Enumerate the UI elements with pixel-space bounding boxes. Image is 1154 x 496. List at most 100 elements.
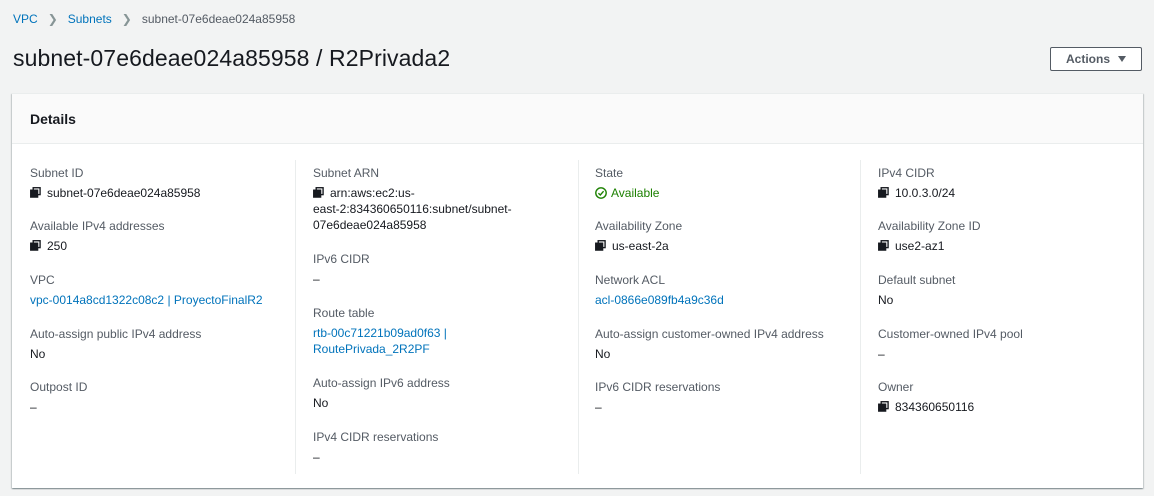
field-value: – bbox=[878, 347, 885, 361]
field-value: No bbox=[595, 347, 611, 361]
copy-icon[interactable] bbox=[878, 401, 889, 412]
route-table-value: rtb-00c71221b09ad0f63 | RoutePrivada_2R2… bbox=[313, 325, 578, 357]
field-availability-zone: Availability Zone us-east-2a bbox=[595, 218, 860, 254]
copy-icon[interactable] bbox=[30, 187, 41, 198]
field-label: Auto-assign customer-owned IPv4 address bbox=[595, 327, 824, 341]
field-value: subnet-07e6deae024a85958 bbox=[30, 185, 295, 201]
chevron-right-icon: ❯ bbox=[121, 12, 132, 26]
field-customer-owned-ipv4-pool: Customer-owned IPv4 pool – bbox=[878, 326, 1143, 362]
arn-line: arn:aws:ec2:us- bbox=[330, 186, 415, 200]
field-value: 834360650116 bbox=[878, 399, 1143, 415]
field-value: use2-az1 bbox=[878, 238, 1143, 254]
field-value: – bbox=[30, 400, 37, 414]
field-value: vpc-0014a8cd1322c08c2 | ProyectoFinalR2 bbox=[30, 292, 295, 308]
field-subnet-id: Subnet ID subnet-07e6deae024a85958 bbox=[30, 165, 295, 201]
field-value: us-east-2a bbox=[595, 238, 860, 254]
field-state: State Available bbox=[595, 165, 860, 201]
arn-line: east-2:834360650116:subnet/subnet- bbox=[313, 202, 512, 216]
field-value: Available bbox=[595, 185, 860, 201]
details-panel: Details Subnet ID subnet-07e6deae024a859… bbox=[12, 93, 1143, 488]
field-label: Subnet ID bbox=[30, 166, 84, 180]
field-value: No bbox=[313, 396, 329, 410]
column-divider bbox=[860, 160, 861, 474]
availability-zone-id-value: use2-az1 bbox=[895, 239, 945, 253]
field-label: Availability Zone bbox=[595, 219, 683, 233]
details-panel-header: Details bbox=[12, 94, 1143, 144]
chevron-right-icon: ❯ bbox=[47, 12, 58, 26]
field-default-subnet: Default subnet No bbox=[878, 272, 1143, 308]
column-divider bbox=[295, 160, 296, 474]
field-label: Owner bbox=[878, 380, 914, 394]
check-circle-icon bbox=[595, 187, 607, 199]
field-owner: Owner 834360650116 bbox=[878, 379, 1143, 415]
field-subnet-arn: Subnet ARN arn:aws:ec2:us- east-2:834360… bbox=[313, 165, 578, 233]
field-ipv6-cidr-reservations: IPv6 CIDR reservations – bbox=[595, 379, 860, 415]
field-auto-assign-customer-owned-ipv4: Auto-assign customer-owned IPv4 address … bbox=[595, 326, 860, 362]
field-network-acl: Network ACL acl-0866e089fb4a9c36d bbox=[595, 272, 860, 308]
field-label: IPv6 CIDR reservations bbox=[595, 380, 721, 394]
breadcrumb-link-vpc[interactable]: VPC bbox=[13, 12, 38, 26]
field-value: arn:aws:ec2:us- bbox=[313, 185, 578, 201]
field-label: Customer-owned IPv4 pool bbox=[878, 327, 1023, 341]
field-label: IPv6 CIDR bbox=[313, 252, 370, 266]
field-label: Outpost ID bbox=[30, 380, 88, 394]
copy-icon[interactable] bbox=[313, 187, 324, 198]
field-label: IPv4 CIDR reservations bbox=[313, 430, 439, 444]
field-label: VPC bbox=[30, 273, 55, 287]
caret-down-icon bbox=[1118, 56, 1126, 62]
field-label: Available IPv4 addresses bbox=[30, 219, 165, 233]
field-auto-assign-public-ipv4: Auto-assign public IPv4 address No bbox=[30, 326, 295, 362]
field-label: Route table bbox=[313, 306, 375, 320]
field-label: Network ACL bbox=[595, 273, 666, 287]
field-value: – bbox=[595, 400, 602, 414]
route-table-link[interactable]: rtb-00c71221b09ad0f63 | bbox=[313, 325, 578, 341]
breadcrumb-current: subnet-07e6deae024a85958 bbox=[141, 12, 296, 26]
arn-line: 07e6deae024a85958 bbox=[313, 218, 427, 232]
column-divider bbox=[578, 160, 579, 474]
field-label: Default subnet bbox=[878, 273, 956, 287]
subnet-id-value: subnet-07e6deae024a85958 bbox=[47, 186, 201, 200]
field-available-ipv4: Available IPv4 addresses 250 bbox=[30, 218, 295, 254]
field-availability-zone-id: Availability Zone ID use2-az1 bbox=[878, 218, 1143, 254]
copy-icon[interactable] bbox=[878, 187, 889, 198]
breadcrumb: VPC ❯ Subnets ❯ subnet-07e6deae024a85958 bbox=[13, 11, 295, 27]
copy-icon[interactable] bbox=[30, 240, 41, 251]
subnet-arn-value: arn:aws:ec2:us- bbox=[330, 185, 415, 201]
field-outpost-id: Outpost ID – bbox=[30, 379, 295, 415]
details-columns: Subnet ID subnet-07e6deae024a85958 Avail… bbox=[12, 144, 1143, 488]
field-value: 10.0.3.0/24 bbox=[878, 185, 1143, 201]
state-value: Available bbox=[611, 186, 660, 200]
field-value: – bbox=[313, 272, 320, 286]
available-ipv4-value: 250 bbox=[47, 239, 68, 253]
field-value: – bbox=[313, 450, 320, 464]
ipv4-cidr-value: 10.0.3.0/24 bbox=[895, 186, 956, 200]
field-vpc: VPC vpc-0014a8cd1322c08c2 | ProyectoFina… bbox=[30, 272, 295, 308]
field-route-table: Route table rtb-00c71221b09ad0f63 | Rout… bbox=[313, 305, 578, 357]
field-value: acl-0866e089fb4a9c36d bbox=[595, 292, 860, 308]
page-title: subnet-07e6deae024a85958 / R2Privada2 bbox=[13, 45, 451, 71]
field-auto-assign-ipv6: Auto-assign IPv6 address No bbox=[313, 375, 578, 411]
actions-dropdown-button[interactable]: Actions bbox=[1050, 47, 1142, 71]
copy-icon[interactable] bbox=[878, 240, 889, 251]
field-value: 250 bbox=[30, 238, 295, 254]
route-table-link[interactable]: RoutePrivada_2R2PF bbox=[313, 341, 578, 357]
network-acl-link[interactable]: acl-0866e089fb4a9c36d bbox=[595, 292, 724, 308]
field-label: Auto-assign IPv6 address bbox=[313, 376, 450, 390]
actions-label: Actions bbox=[1065, 52, 1110, 66]
arn-continued: east-2:834360650116:subnet/subnet- 07e6d… bbox=[313, 201, 578, 233]
field-label: IPv4 CIDR bbox=[878, 166, 935, 180]
field-value: No bbox=[878, 293, 894, 307]
field-ipv6-cidr: IPv6 CIDR – bbox=[313, 251, 578, 287]
owner-value: 834360650116 bbox=[895, 400, 975, 414]
vpc-link[interactable]: vpc-0014a8cd1322c08c2 | ProyectoFinalR2 bbox=[30, 292, 263, 308]
field-label: Availability Zone ID bbox=[878, 219, 981, 233]
field-value: No bbox=[30, 347, 46, 361]
field-ipv4-cidr: IPv4 CIDR 10.0.3.0/24 bbox=[878, 165, 1143, 201]
field-label: State bbox=[595, 166, 624, 180]
details-heading: Details bbox=[30, 110, 76, 127]
field-label: Auto-assign public IPv4 address bbox=[30, 327, 202, 341]
breadcrumb-link-subnets[interactable]: Subnets bbox=[68, 12, 112, 26]
availability-zone-value: us-east-2a bbox=[612, 239, 669, 253]
field-label: Subnet ARN bbox=[313, 166, 380, 180]
copy-icon[interactable] bbox=[595, 240, 606, 251]
